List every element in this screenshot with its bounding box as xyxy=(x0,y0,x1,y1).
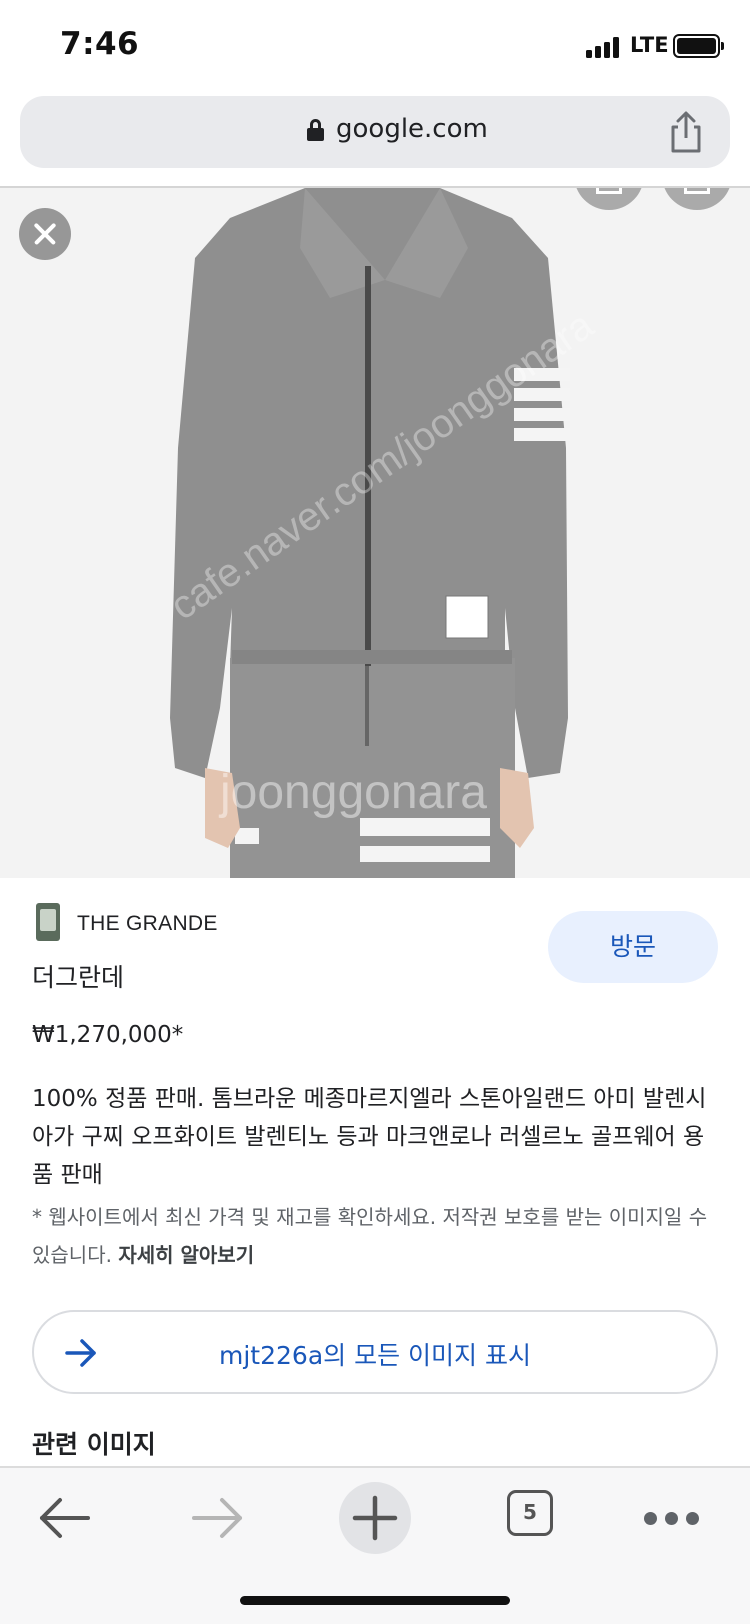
source-name[interactable]: THE GRANDE xyxy=(77,912,218,936)
source-favicon xyxy=(36,903,60,941)
result-title[interactable]: 더그란데 xyxy=(32,958,124,994)
tabs-icon[interactable]: 5 xyxy=(507,1490,553,1536)
signal-icon xyxy=(586,36,622,58)
address-bar[interactable]: google.com xyxy=(20,96,730,168)
forward-arrow-icon[interactable] xyxy=(190,1496,246,1540)
share-icon[interactable] xyxy=(666,110,706,154)
price-text: ₩1,270,000* xyxy=(32,1022,184,1048)
watermark-text: joonggonara xyxy=(218,766,487,819)
product-image[interactable]: joonggonara cafe.naver.com/joonggonara xyxy=(0,188,750,878)
network-label: LTE xyxy=(630,33,669,57)
battery-icon xyxy=(673,34,724,58)
all-images-button[interactable]: mjt226a의 모든 이미지 표시 xyxy=(32,1310,718,1394)
plus-icon[interactable] xyxy=(339,1482,411,1554)
visit-button[interactable]: 방문 xyxy=(548,911,718,983)
copyright-note: * 웹사이트에서 최신 가격 및 재고를 확인하세요. 저작권 보호를 받는 이… xyxy=(32,1198,722,1274)
status-time: 7:46 xyxy=(60,26,140,62)
more-icon[interactable] xyxy=(644,1512,700,1526)
related-heading: 관련 이미지 xyxy=(32,1430,156,1459)
lock-icon xyxy=(307,119,324,141)
all-images-label: mjt226a의 모든 이미지 표시 xyxy=(219,1341,531,1370)
status-bar: 7:46 LTE xyxy=(0,0,750,90)
close-icon[interactable] xyxy=(19,208,71,260)
back-arrow-icon[interactable] xyxy=(36,1496,92,1540)
url-text[interactable]: google.com xyxy=(336,114,488,144)
learn-more-link[interactable]: 자세히 알아보기 xyxy=(118,1243,254,1267)
description-text: 100% 정품 판매. 톰브라운 메종마르지엘라 스톤아일랜드 아미 발렌시아가… xyxy=(32,1086,707,1188)
home-indicator xyxy=(240,1596,510,1605)
